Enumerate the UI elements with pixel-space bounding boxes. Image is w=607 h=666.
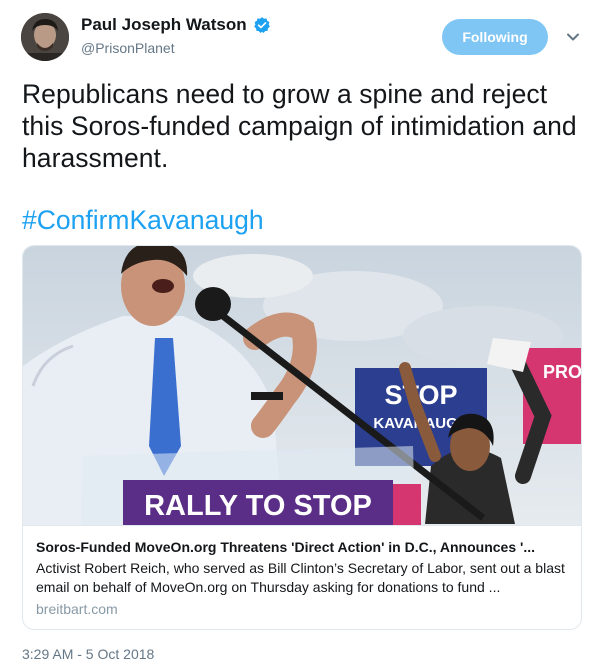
- verified-badge-icon: [253, 16, 271, 34]
- tweet-text: Republicans need to grow a spine and rej…: [22, 79, 577, 173]
- avatar-image: [21, 13, 69, 61]
- card-title[interactable]: Soros-Funded MoveOn.org Threatens 'Direc…: [36, 538, 566, 556]
- banner-text: RALLY TO STOP: [144, 490, 372, 522]
- link-card[interactable]: STOP KAVANAUGH PROT: [22, 245, 582, 630]
- tweet: Paul Joseph Watson @PrisonPlanet Followi…: [0, 0, 607, 666]
- card-description: Activist Robert Reich, who served as Bil…: [36, 560, 565, 595]
- avatar[interactable]: [21, 13, 69, 61]
- rally-banner: RALLY TO STOP: [123, 480, 421, 525]
- sign-text-prot: PROT: [543, 362, 581, 382]
- hashtag-link[interactable]: #ConfirmKavanaugh: [22, 202, 264, 238]
- card-domain: breitbart.com: [36, 601, 118, 617]
- tweet-timestamp[interactable]: 3:29 AM - 5 Oct 2018: [22, 646, 154, 662]
- author-display-name[interactable]: Paul Joseph Watson: [81, 15, 247, 35]
- chevron-down-icon[interactable]: [564, 28, 582, 46]
- card-image: STOP KAVANAUGH PROT: [23, 246, 581, 525]
- card-body: Soros-Funded MoveOn.org Threatens 'Direc…: [23, 525, 581, 629]
- following-button[interactable]: Following: [442, 19, 548, 55]
- author-name-row: Paul Joseph Watson: [81, 15, 271, 35]
- author-handle[interactable]: @PrisonPlanet: [81, 40, 175, 56]
